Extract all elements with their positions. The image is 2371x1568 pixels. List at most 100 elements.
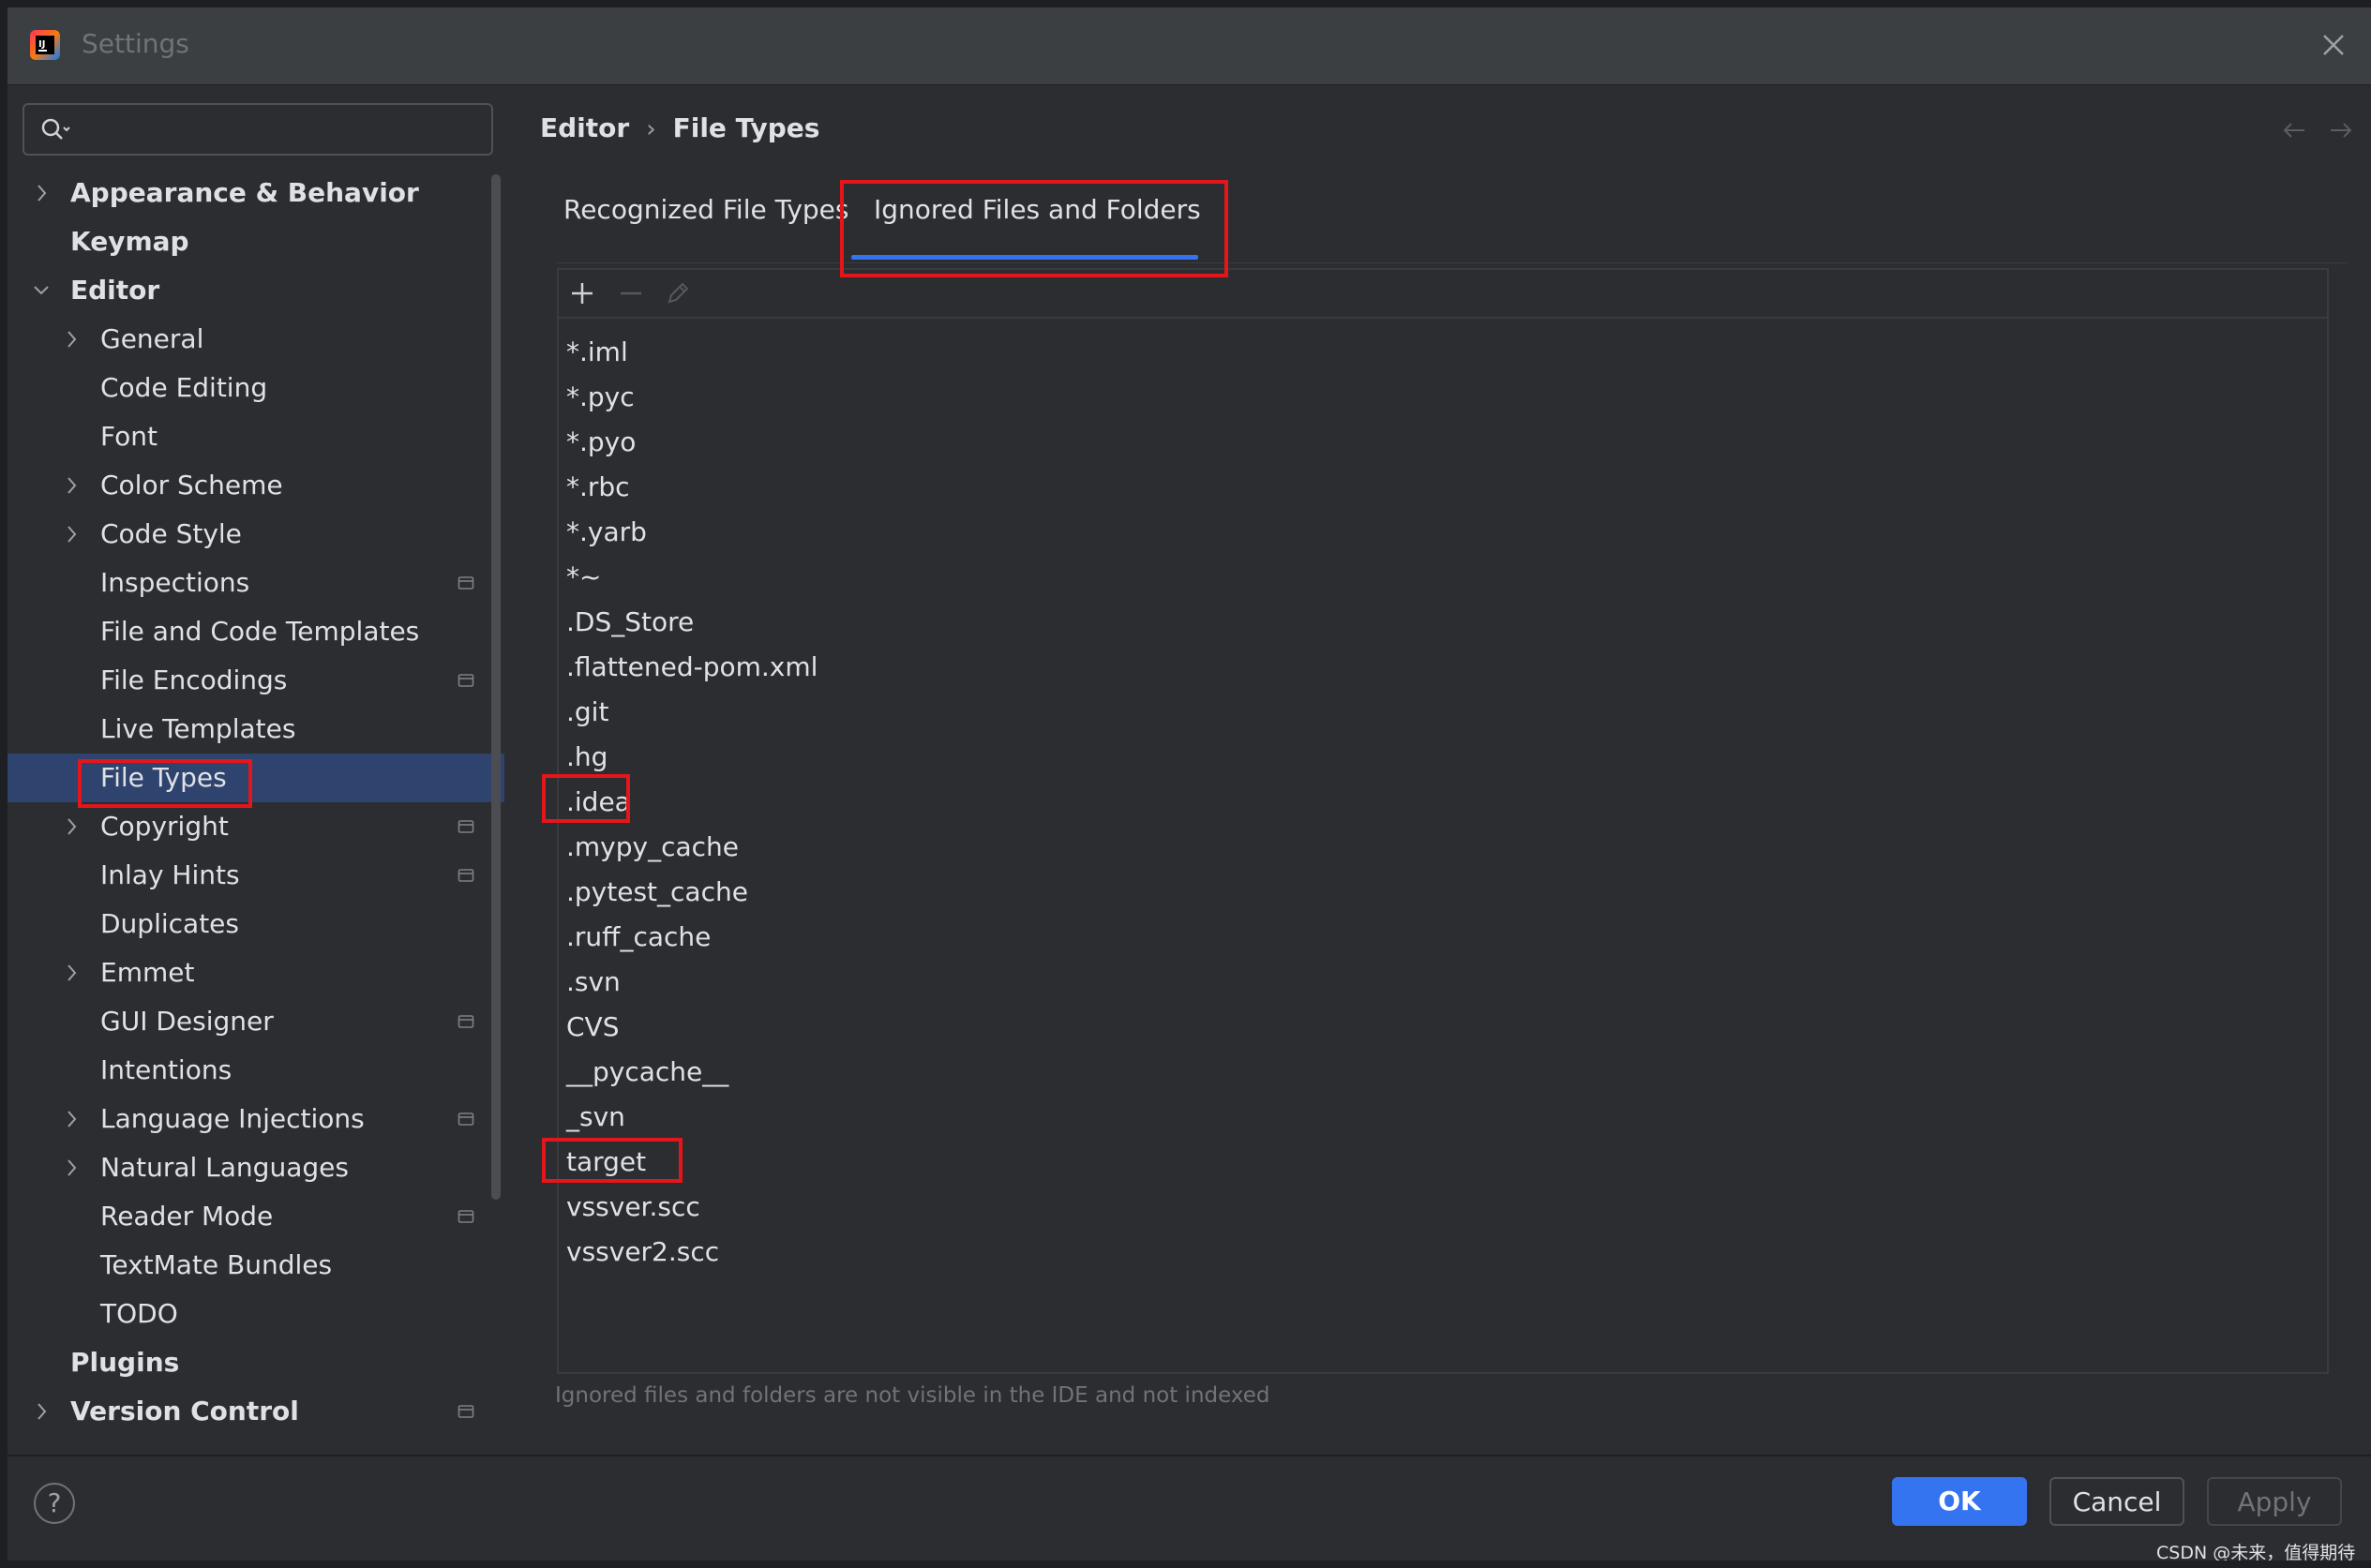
sidebar-item-appearance-behavior[interactable]: Appearance & Behavior (8, 169, 504, 217)
list-item[interactable]: .git (566, 694, 608, 731)
sidebar-item-code-editing[interactable]: Code Editing (8, 364, 504, 412)
sidebar-scrollbar[interactable] (491, 174, 501, 1200)
watermark: CSDN @未来，值得期待 (2156, 1543, 2356, 1561)
annotation-box-idea (542, 774, 630, 823)
sidebar-item-version-control[interactable]: Version Control (8, 1387, 504, 1436)
sidebar-item-file-and-code-templates[interactable]: File and Code Templates (8, 607, 504, 656)
sidebar-item-textmate-bundles[interactable]: TextMate Bundles (8, 1241, 504, 1290)
sidebar-item-editor[interactable]: Editor (8, 266, 504, 315)
chevron-right-icon[interactable] (31, 169, 52, 217)
svg-text:IJ: IJ (38, 39, 45, 50)
sidebar-item-reader-mode[interactable]: Reader Mode (8, 1192, 504, 1241)
list-item[interactable]: .ruff_cache (566, 918, 711, 956)
sidebar-item-file-encodings[interactable]: File Encodings (8, 656, 504, 705)
hint-text: Ignored files and folders are not visibl… (555, 1383, 1270, 1408)
sidebar-item-gui-designer[interactable]: GUI Designer (8, 997, 504, 1046)
chevron-right-icon[interactable] (61, 461, 82, 510)
chevron-right-icon[interactable] (61, 802, 82, 851)
list-item[interactable]: .hg (566, 739, 608, 776)
list-item[interactable]: vssver.scc (566, 1188, 700, 1226)
project-level-icon (458, 1210, 474, 1223)
apply-button[interactable]: Apply (2207, 1477, 2342, 1526)
list-item[interactable]: .DS_Store (566, 604, 694, 641)
breadcrumb-parent[interactable]: Editor (540, 112, 629, 143)
sidebar-item-color-scheme[interactable]: Color Scheme (8, 461, 504, 510)
sidebar-item-label: Duplicates (100, 908, 239, 939)
sidebar-item-todo[interactable]: TODO (8, 1290, 504, 1338)
sidebar-item-label: Emmet (100, 957, 195, 988)
help-button[interactable]: ? (34, 1483, 75, 1524)
chevron-down-icon[interactable] (31, 266, 52, 315)
chevron-right-icon[interactable] (61, 510, 82, 559)
sidebar-item-label: Inspections (100, 567, 250, 598)
settings-tree: Appearance & Behavior Keymap Editor General… (8, 169, 504, 1458)
list-item[interactable]: *.iml (566, 334, 628, 371)
ok-button[interactable]: OK (1892, 1477, 2027, 1526)
sidebar-item-label: Appearance & Behavior (70, 177, 419, 208)
list-toolbar (559, 270, 2327, 319)
annotation-box-file-types (78, 759, 252, 808)
sidebar-item-emmet[interactable]: Emmet (8, 948, 504, 997)
sidebar-item-code-style[interactable]: Code Style (8, 510, 504, 559)
sidebar-item-label: Intentions (100, 1054, 233, 1085)
list-item[interactable]: *.pyc (566, 379, 635, 416)
project-level-icon (458, 674, 474, 687)
minus-icon[interactable] (617, 279, 645, 307)
plus-icon[interactable] (568, 279, 596, 307)
sidebar-item-general[interactable]: General (8, 315, 504, 364)
sidebar-item-language-injections[interactable]: Language Injections (8, 1095, 504, 1143)
list-item[interactable]: *.pyo (566, 424, 636, 461)
list-item[interactable]: *.yarb (566, 514, 647, 551)
list-item[interactable]: vssver2.scc (566, 1233, 719, 1271)
sidebar-item-label: General (100, 323, 204, 354)
list-item[interactable]: .pytest_cache (566, 874, 748, 911)
list-item[interactable]: *~ (566, 559, 601, 596)
breadcrumb: Editor › File Types (540, 112, 819, 143)
sidebar-item-inlay-hints[interactable]: Inlay Hints (8, 851, 504, 900)
project-level-icon (458, 820, 474, 833)
list-item[interactable]: _svn (566, 1098, 625, 1136)
search-input[interactable] (86, 112, 474, 146)
chevron-right-icon[interactable] (61, 1143, 82, 1192)
intellij-logo-icon: IJ (30, 30, 60, 60)
cancel-button[interactable]: Cancel (2049, 1477, 2184, 1526)
list-item[interactable]: CVS (566, 1008, 619, 1046)
sidebar-item-intentions[interactable]: Intentions (8, 1046, 504, 1095)
sidebar-item-label: File Encodings (100, 665, 288, 695)
chevron-right-icon[interactable] (61, 948, 82, 997)
sidebar-item-inspections[interactable]: Inspections (8, 559, 504, 607)
pencil-icon[interactable] (664, 279, 692, 307)
list-item[interactable]: .flattened-pom.xml (566, 649, 818, 686)
settings-search-field[interactable] (23, 103, 493, 156)
sidebar-item-natural-languages[interactable]: Natural Languages (8, 1143, 504, 1192)
sidebar-item-plugins[interactable]: Plugins (8, 1338, 504, 1387)
breadcrumb-separator-icon: › (646, 115, 656, 143)
sidebar-item-duplicates[interactable]: Duplicates (8, 900, 504, 948)
sidebar-item-label: Inlay Hints (100, 859, 240, 890)
search-icon[interactable] (39, 116, 73, 142)
chevron-right-icon[interactable] (31, 1387, 52, 1436)
sidebar-item-label: Language Injections (100, 1103, 365, 1134)
chevron-right-icon[interactable] (61, 1095, 82, 1143)
sidebar-item-font[interactable]: Font (8, 412, 504, 461)
list-item[interactable]: .svn (566, 963, 621, 1001)
sidebar-item-keymap[interactable]: Keymap (8, 217, 504, 266)
project-level-icon (458, 869, 474, 882)
list-item[interactable]: *.rbc (566, 469, 630, 506)
sidebar-item-copyright[interactable]: Copyright (8, 802, 504, 851)
sidebar-item-live-templates[interactable]: Live Templates (8, 705, 504, 754)
sidebar-item-label: GUI Designer (100, 1006, 274, 1037)
annotation-box-ignored-tab (840, 180, 1228, 277)
back-arrow-icon[interactable] (2280, 116, 2308, 144)
ignored-list-panel: *.iml *.pyc *.pyo *.rbc *.yarb *~ .DS_Store .fl… (557, 268, 2329, 1374)
tab-recognized-file-types[interactable]: Recognized File Types (563, 191, 849, 229)
sidebar-item-label: Copyright (100, 811, 229, 842)
sidebar-item-label: Color Scheme (100, 470, 283, 500)
sidebar-item-label: Code Editing (100, 372, 268, 403)
list-item[interactable]: .mypy_cache (566, 829, 739, 866)
forward-arrow-icon[interactable] (2327, 116, 2355, 144)
close-icon[interactable] (2317, 28, 2350, 62)
sidebar-item-label: Live Templates (100, 713, 296, 744)
list-item[interactable]: __pycache__ (566, 1053, 728, 1091)
chevron-right-icon[interactable] (61, 315, 82, 364)
